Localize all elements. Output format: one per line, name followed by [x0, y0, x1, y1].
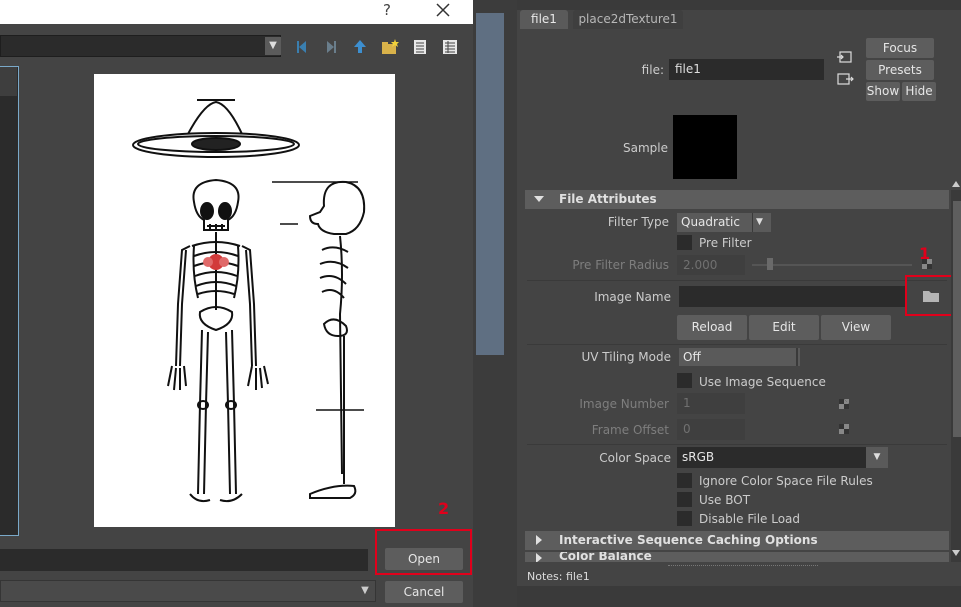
image-number-label: Image Number: [579, 397, 669, 411]
show-button[interactable]: Show: [866, 82, 900, 101]
file-list-pane[interactable]: [0, 66, 19, 536]
file-type-select[interactable]: [0, 580, 376, 602]
collapse-triangle-icon: [536, 553, 542, 562]
image-name-field[interactable]: [679, 286, 905, 307]
frame-offset-field[interactable]: 0: [677, 419, 745, 440]
hide-button[interactable]: Hide: [902, 82, 936, 101]
pre-filter-checkbox[interactable]: [677, 235, 692, 250]
skeleton-sketch-image: [132, 99, 366, 503]
close-icon[interactable]: [432, 0, 454, 22]
output-connections-icon[interactable]: [836, 71, 854, 87]
filter-type-value: Quadratic: [681, 215, 740, 229]
section-interactive-sequence-caching-label: Interactive Sequence Caching Options: [559, 533, 818, 547]
pre-filter-radius-slider-handle[interactable]: [767, 258, 773, 270]
disable-file-load-checkbox[interactable]: [677, 511, 692, 526]
notes-node-name: file1: [566, 570, 590, 583]
tab-file1[interactable]: file1: [520, 10, 568, 29]
scroll-up-icon[interactable]: [952, 181, 960, 187]
filter-type-label: Filter Type: [607, 215, 669, 229]
viewport-panel: [476, 13, 504, 355]
forward-icon[interactable]: [321, 37, 341, 57]
expand-triangle-icon: [534, 196, 544, 202]
attribute-editor-top-band: [517, 0, 961, 10]
notes-bar: Notes: file1: [517, 568, 961, 586]
map-button-icon[interactable]: [839, 424, 849, 434]
edit-button[interactable]: Edit: [749, 315, 819, 340]
ignore-color-space-rules-label: Ignore Color Space File Rules: [699, 474, 873, 488]
divider: [527, 444, 947, 445]
file-node-name-field[interactable]: file1: [669, 59, 824, 80]
section-interactive-sequence-caching[interactable]: Interactive Sequence Caching Options: [525, 531, 949, 550]
image-name-label: Image Name: [594, 290, 671, 304]
dialog-title-bar: [0, 0, 473, 24]
list-view-icon[interactable]: [410, 37, 430, 57]
frame-offset-label: Frame Offset: [591, 423, 669, 437]
path-combobox[interactable]: [0, 35, 281, 57]
color-space-select[interactable]: sRGB ▼: [677, 447, 888, 468]
chevron-down-icon[interactable]: ▼: [265, 37, 281, 55]
notes-textarea[interactable]: [517, 586, 961, 607]
uv-tiling-mode-select[interactable]: Off: [679, 348, 800, 366]
input-connections-icon[interactable]: [836, 49, 854, 65]
divider: [527, 344, 947, 345]
uv-tiling-mode-label: UV Tiling Mode: [581, 350, 671, 364]
view-button[interactable]: View: [821, 315, 891, 340]
notes-label: Notes:: [527, 570, 563, 583]
use-image-sequence-label: Use Image Sequence: [699, 375, 826, 389]
scrollbar-thumb[interactable]: [953, 201, 961, 437]
resize-grip[interactable]: [668, 565, 818, 566]
section-color-balance[interactable]: Color Balance: [525, 552, 949, 562]
file-name-input[interactable]: [0, 549, 368, 571]
chevron-down-icon: ▼: [756, 217, 763, 227]
section-file-attributes[interactable]: File Attributes: [525, 190, 949, 209]
disable-file-load-label: Disable File Load: [699, 512, 801, 526]
cancel-button[interactable]: Cancel: [385, 581, 463, 603]
divider: [527, 280, 947, 281]
uv-tiling-mode-value: Off: [683, 350, 701, 364]
map-button-icon[interactable]: [839, 399, 849, 409]
pre-filter-radius-slider[interactable]: [752, 264, 912, 266]
highlight-box-browse: [905, 275, 953, 316]
panel-splitter[interactable]: [507, 0, 517, 607]
new-folder-icon[interactable]: [380, 37, 400, 57]
chevron-down-icon[interactable]: ▼: [357, 582, 373, 600]
color-space-label: Color Space: [599, 451, 671, 465]
file-node-label: file:: [641, 63, 664, 77]
use-bot-checkbox[interactable]: [677, 492, 692, 507]
use-image-sequence-checkbox[interactable]: [677, 373, 692, 388]
color-space-value: sRGB: [682, 450, 715, 464]
section-file-attributes-label: File Attributes: [559, 192, 657, 206]
reload-button[interactable]: Reload: [677, 315, 747, 340]
chevron-down-icon: ▼: [866, 447, 888, 468]
back-icon[interactable]: [292, 37, 312, 57]
annotation-number-2: 2: [438, 499, 450, 518]
presets-button[interactable]: Presets: [866, 60, 934, 80]
file-list-header: [0, 67, 17, 96]
pre-filter-radius-label: Pre Filter Radius: [572, 258, 669, 272]
annotation-number-1: 1: [919, 244, 931, 263]
pre-filter-radius-field[interactable]: 2.000: [677, 255, 745, 275]
collapse-triangle-icon: [536, 535, 542, 545]
detail-view-icon[interactable]: [440, 37, 460, 57]
section-color-balance-label: Color Balance: [559, 552, 652, 562]
ignore-color-space-rules-checkbox[interactable]: [677, 473, 692, 488]
sample-swatch: [673, 115, 737, 179]
tab-place2dtexture1[interactable]: place2dTexture1: [573, 10, 683, 29]
help-icon[interactable]: ?: [380, 0, 394, 22]
use-bot-label: Use BOT: [699, 493, 751, 507]
scroll-down-icon[interactable]: [952, 550, 960, 556]
highlight-box-open: [375, 529, 472, 575]
filter-type-select[interactable]: Quadratic ▼: [677, 213, 771, 232]
image-number-field[interactable]: 1: [677, 393, 745, 414]
parent-folder-icon[interactable]: [350, 37, 370, 57]
image-preview: [94, 74, 395, 527]
sample-label: Sample: [623, 141, 668, 155]
focus-button[interactable]: Focus: [866, 38, 934, 58]
pre-filter-label: Pre Filter: [699, 236, 752, 250]
